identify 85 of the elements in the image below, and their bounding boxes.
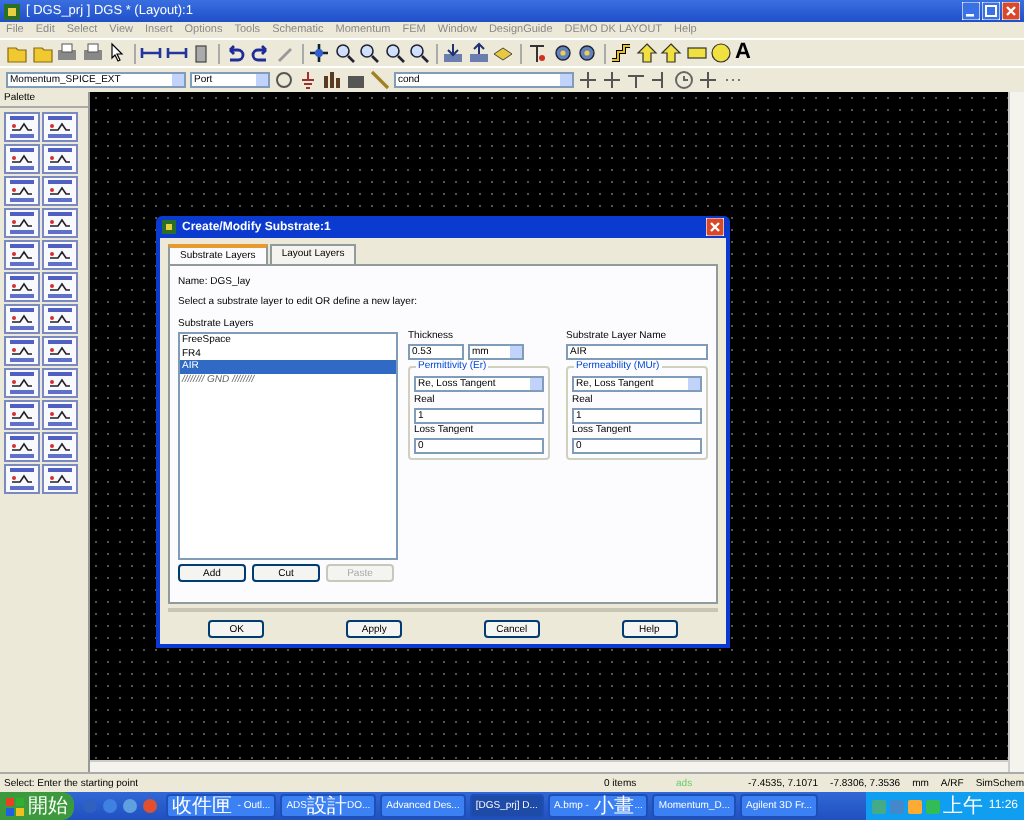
line-icon[interactable] [370,70,390,90]
minimize-icon[interactable] [962,2,980,20]
tee-icon[interactable] [626,70,646,90]
component-icon [8,116,36,138]
component-button[interactable] [42,368,78,398]
component-icon [8,212,36,234]
component-button[interactable] [42,112,78,142]
app-icon [4,3,20,19]
component-icon [46,340,74,362]
component-icon [8,308,36,330]
text-tool[interactable]: A [735,42,751,64]
component-button[interactable] [42,304,78,334]
cross-icon[interactable] [578,70,598,90]
component-button[interactable] [4,304,40,334]
component-icon [8,148,36,170]
arrow-icon[interactable] [660,42,682,64]
component-button[interactable] [42,464,78,494]
component-button[interactable] [42,144,78,174]
cross-icon[interactable] [602,70,622,90]
component-icon [8,244,36,266]
component-icon [8,180,36,202]
close-icon[interactable] [1002,2,1020,20]
layout-canvas[interactable] [90,92,1008,760]
undo-icon[interactable] [224,42,246,64]
component-button[interactable] [4,176,40,206]
component-icon [46,180,74,202]
component-icon [8,404,36,426]
windows-logo-icon [6,797,24,815]
printer-icon[interactable] [56,42,78,64]
component-button[interactable] [4,144,40,174]
component-button[interactable] [42,208,78,238]
component-button[interactable] [42,240,78,270]
component-icon [46,468,74,490]
ground-icon[interactable] [298,70,318,90]
component-button[interactable] [42,400,78,430]
cross-icon[interactable] [698,70,718,90]
start-button[interactable]: 開始 [0,792,74,820]
component-icon [46,212,74,234]
crosshair-icon[interactable] [308,42,330,64]
component-icon [8,468,36,490]
app-icon [162,220,176,234]
step-icon[interactable] [610,42,632,64]
component-button[interactable] [42,336,78,366]
component-icon [46,116,74,138]
component-icon [8,276,36,298]
arrow-icon[interactable] [635,42,657,64]
rect-icon[interactable] [685,42,707,64]
component-icon [46,436,74,458]
redo-icon[interactable] [249,42,271,64]
component-button[interactable] [4,368,40,398]
zoom-icon[interactable] [358,42,380,64]
component-button[interactable] [4,400,40,430]
component-icon [8,436,36,458]
close-icon[interactable] [706,218,724,236]
component-button[interactable] [42,432,78,462]
component-button[interactable] [4,272,40,302]
component-icon [46,148,74,170]
circle-icon[interactable] [710,42,732,64]
component-button[interactable] [4,208,40,238]
component-icon [8,340,36,362]
zoom-icon[interactable] [408,42,430,64]
pointer-icon[interactable] [106,42,128,64]
zoom-icon[interactable] [333,42,355,64]
component-icon [46,276,74,298]
component-button[interactable] [42,176,78,206]
component-button[interactable] [4,336,40,366]
component-button[interactable] [4,464,40,494]
printer-icon[interactable] [81,42,103,64]
component-button[interactable] [4,240,40,270]
download-icon[interactable] [442,42,464,64]
component-icon [8,372,36,394]
start-label: 開始 [28,794,68,820]
zoom-icon[interactable] [383,42,405,64]
upload-icon[interactable] [467,42,489,64]
maximize-icon[interactable] [982,2,1000,20]
component-button[interactable] [42,272,78,302]
component-icon [46,404,74,426]
component-icon [46,244,74,266]
component-icon [46,372,74,394]
circle-icon[interactable] [274,70,294,90]
component-button[interactable] [4,112,40,142]
component-button[interactable] [4,432,40,462]
horizontal-scrollbar[interactable] [90,760,1008,772]
component-icon [46,308,74,330]
vertical-scrollbar[interactable] [1008,92,1024,772]
